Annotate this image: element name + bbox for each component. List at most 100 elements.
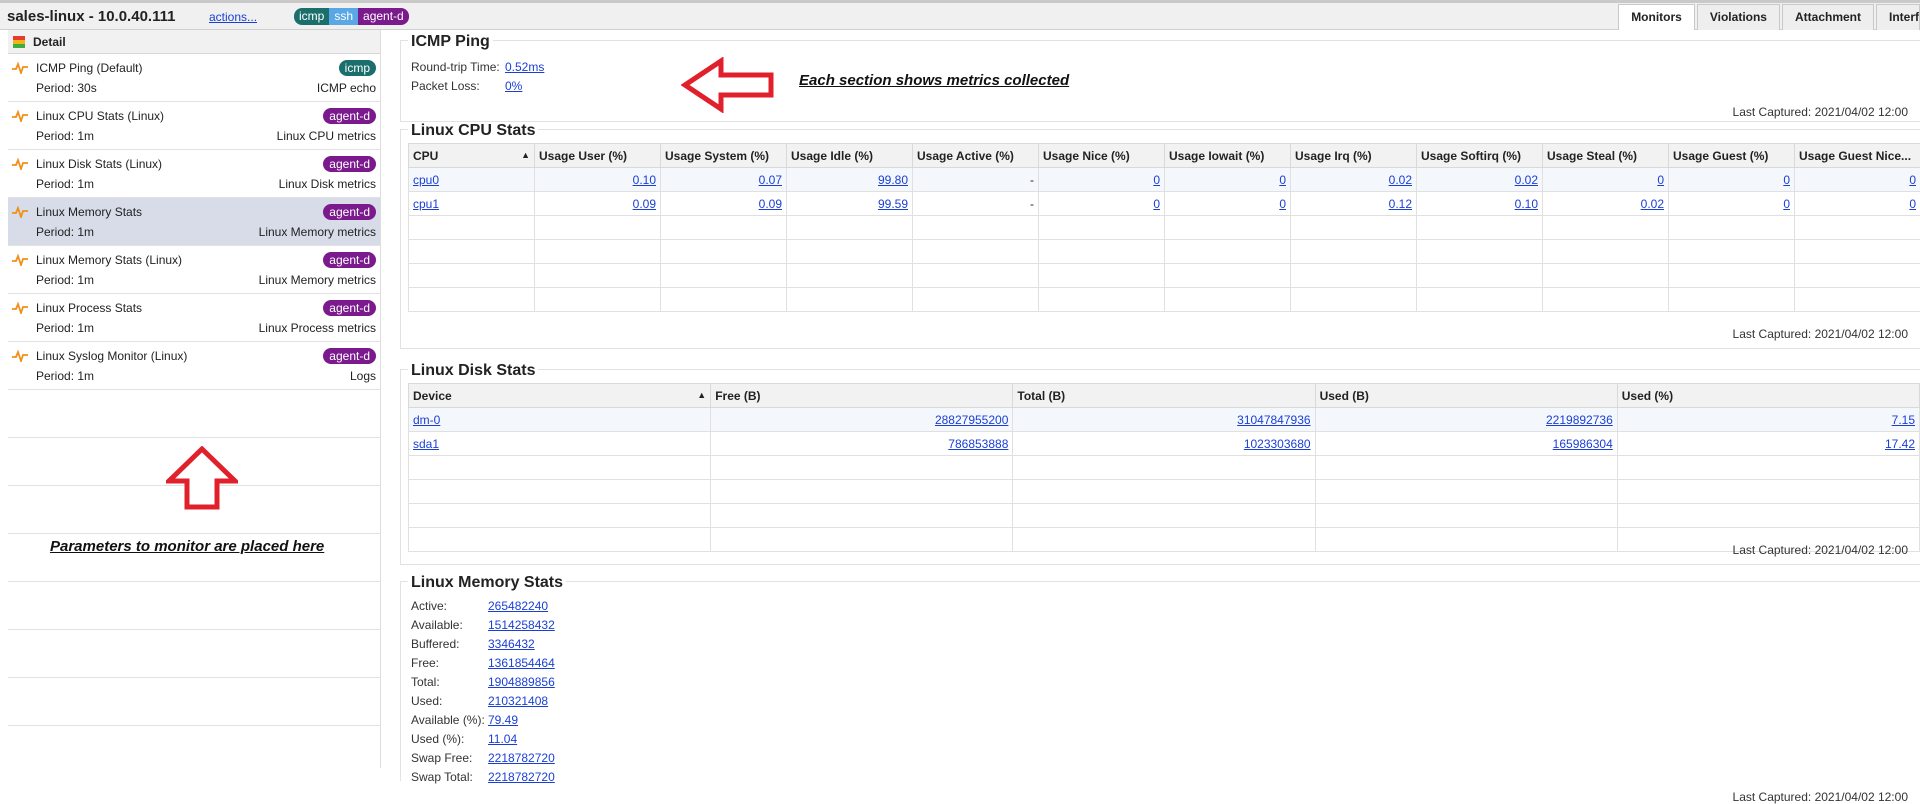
monitor-item[interactable]: Linux Syslog Monitor (Linux)agent-dPerio… <box>8 342 380 390</box>
tag-agent-d[interactable]: agent-d <box>358 8 409 25</box>
column-header[interactable]: Usage Idle (%) <box>787 144 913 168</box>
column-header[interactable]: Usage Softirq (%) <box>1417 144 1543 168</box>
memory-value[interactable]: 265482240 <box>488 599 548 613</box>
cell-value[interactable]: 0 <box>1909 197 1916 211</box>
table-cell <box>711 480 1013 504</box>
column-header[interactable]: Total (B) <box>1013 384 1315 408</box>
cell-value[interactable]: 0 <box>1279 197 1286 211</box>
rtt-value[interactable]: 0.52ms <box>505 60 544 74</box>
section-cpu: Linux CPU Stats CPU▲Usage User (%)Usage … <box>400 129 1920 349</box>
monitor-item[interactable]: Linux Disk Stats (Linux)agent-dPeriod: 1… <box>8 150 380 198</box>
table-row[interactable]: cpu00.100.0799.80-000.020.02000 <box>409 168 1920 192</box>
memory-value[interactable]: 1514258432 <box>488 618 555 632</box>
column-header[interactable]: Usage Active (%) <box>913 144 1039 168</box>
tab-interfaces[interactable]: Interfaces <box>1876 4 1920 30</box>
table-row[interactable]: dm-0 28827955200 31047847936 2219892736 7.15 <box>409 408 1920 432</box>
cell-value[interactable]: 0 <box>1279 173 1286 187</box>
table-row[interactable]: sda1 786853888 1023303680 165986304 17.42 <box>409 432 1920 456</box>
cell-value[interactable]: 0 <box>1783 173 1790 187</box>
cell-value[interactable]: 0 <box>1909 173 1916 187</box>
column-header[interactable]: Usage User (%) <box>535 144 661 168</box>
cell-value[interactable]: 0.09 <box>759 197 782 211</box>
tag-ssh[interactable]: ssh <box>329 8 358 25</box>
monitor-item[interactable]: Linux CPU Stats (Linux)agent-dPeriod: 1m… <box>8 102 380 150</box>
cell-value[interactable]: 2219892736 <box>1546 413 1613 427</box>
packet-loss-value[interactable]: 0% <box>505 79 522 93</box>
cell-value[interactable]: 0.12 <box>1389 197 1412 211</box>
cell-value[interactable]: 1023303680 <box>1244 437 1311 451</box>
cell-value[interactable]: 28827955200 <box>935 413 1008 427</box>
column-header[interactable]: Usage Guest Nice... <box>1795 144 1920 168</box>
memory-value[interactable]: 11.04 <box>488 732 517 746</box>
cell-value[interactable]: sda1 <box>413 437 439 451</box>
column-header[interactable]: Usage Steal (%) <box>1543 144 1669 168</box>
column-header[interactable]: Usage Iowait (%) <box>1165 144 1291 168</box>
table-cell <box>1291 288 1417 312</box>
memory-value[interactable]: 1361854464 <box>488 656 555 670</box>
tab-attachment[interactable]: Attachment <box>1782 4 1874 30</box>
cell-value[interactable]: 0 <box>1657 173 1664 187</box>
cell-value[interactable]: 0 <box>1153 173 1160 187</box>
memory-value[interactable]: 1904889856 <box>488 675 555 689</box>
cell-value[interactable]: 31047847936 <box>1237 413 1310 427</box>
cell-value[interactable]: 17.42 <box>1885 437 1915 451</box>
memory-value[interactable]: 3346432 <box>488 637 535 651</box>
table-row[interactable]: cpu10.090.0999.59-000.120.100.0200 <box>409 192 1920 216</box>
cell-value[interactable]: 99.59 <box>878 197 908 211</box>
cell-value[interactable]: 0 <box>1153 197 1160 211</box>
section-memory: Linux Memory Stats Active:265482240Avail… <box>400 581 1920 781</box>
section-disk: Linux Disk Stats Device▲Free (B)Total (B… <box>400 369 1920 565</box>
monitor-item[interactable]: ICMP Ping (Default)icmpPeriod: 30sICMP e… <box>8 54 380 102</box>
column-header[interactable]: Usage Nice (%) <box>1039 144 1165 168</box>
cell-value[interactable]: 99.80 <box>878 173 908 187</box>
sort-ascending-icon[interactable]: ▲ <box>521 150 530 160</box>
monitor-item[interactable]: Linux Memory Statsagent-dPeriod: 1mLinux… <box>8 198 380 246</box>
column-header[interactable]: Device▲ <box>409 384 711 408</box>
table-cell <box>661 240 787 264</box>
tag-icmp[interactable]: icmp <box>294 8 329 25</box>
column-header[interactable]: Free (B) <box>711 384 1013 408</box>
memory-value[interactable]: 2218782720 <box>488 770 555 784</box>
monitor-details: Period: 1mLinux Process metrics <box>36 321 376 335</box>
cell-value[interactable]: 786853888 <box>948 437 1008 451</box>
column-header[interactable]: Usage System (%) <box>661 144 787 168</box>
cell-value[interactable]: cpu0 <box>413 173 439 187</box>
actions-link[interactable]: actions... <box>209 10 257 24</box>
column-header[interactable]: Usage Irq (%) <box>1291 144 1417 168</box>
monitor-item[interactable]: Linux Process Statsagent-dPeriod: 1mLinu… <box>8 294 380 342</box>
memory-label: Used (%): <box>411 732 488 746</box>
tab-violations[interactable]: Violations <box>1697 4 1780 30</box>
cell-value[interactable]: 165986304 <box>1553 437 1613 451</box>
table-cell: 99.59 <box>787 192 913 216</box>
memory-value[interactable]: 79.49 <box>488 713 518 727</box>
column-header[interactable]: Used (B) <box>1315 384 1617 408</box>
table-cell <box>1013 480 1315 504</box>
cell-value[interactable]: 0.02 <box>1515 173 1538 187</box>
cell-value[interactable]: 0.02 <box>1389 173 1412 187</box>
cell-value[interactable]: 0.10 <box>633 173 656 187</box>
cell-value[interactable]: 0.10 <box>1515 197 1538 211</box>
sort-ascending-icon[interactable]: ▲ <box>697 390 706 400</box>
cell-value[interactable]: 7.15 <box>1892 413 1915 427</box>
column-header[interactable]: Used (%) <box>1617 384 1919 408</box>
pulse-icon <box>12 254 28 266</box>
memory-value[interactable]: 210321408 <box>488 694 548 708</box>
table-cell: 99.80 <box>787 168 913 192</box>
table-cell <box>1165 216 1291 240</box>
table-cell <box>409 480 711 504</box>
monitor-item[interactable]: Linux Memory Stats (Linux)agent-dPeriod:… <box>8 246 380 294</box>
memory-label: Swap Free: <box>411 751 488 765</box>
cell-value[interactable]: dm-0 <box>413 413 440 427</box>
monitor-description: Linux Disk metrics <box>279 177 376 191</box>
column-header[interactable]: Usage Guest (%) <box>1669 144 1795 168</box>
cell-value[interactable]: 0.07 <box>759 173 782 187</box>
table-cell <box>1315 504 1617 528</box>
cell-value[interactable]: 0.09 <box>633 197 656 211</box>
cell-value[interactable]: 0 <box>1783 197 1790 211</box>
memory-value[interactable]: 2218782720 <box>488 751 555 765</box>
cell-value[interactable]: 0.02 <box>1641 197 1664 211</box>
cell-value[interactable]: cpu1 <box>413 197 439 211</box>
column-header[interactable]: CPU▲ <box>409 144 535 168</box>
tab-monitors[interactable]: Monitors <box>1618 4 1695 30</box>
pulse-icon <box>12 158 28 170</box>
